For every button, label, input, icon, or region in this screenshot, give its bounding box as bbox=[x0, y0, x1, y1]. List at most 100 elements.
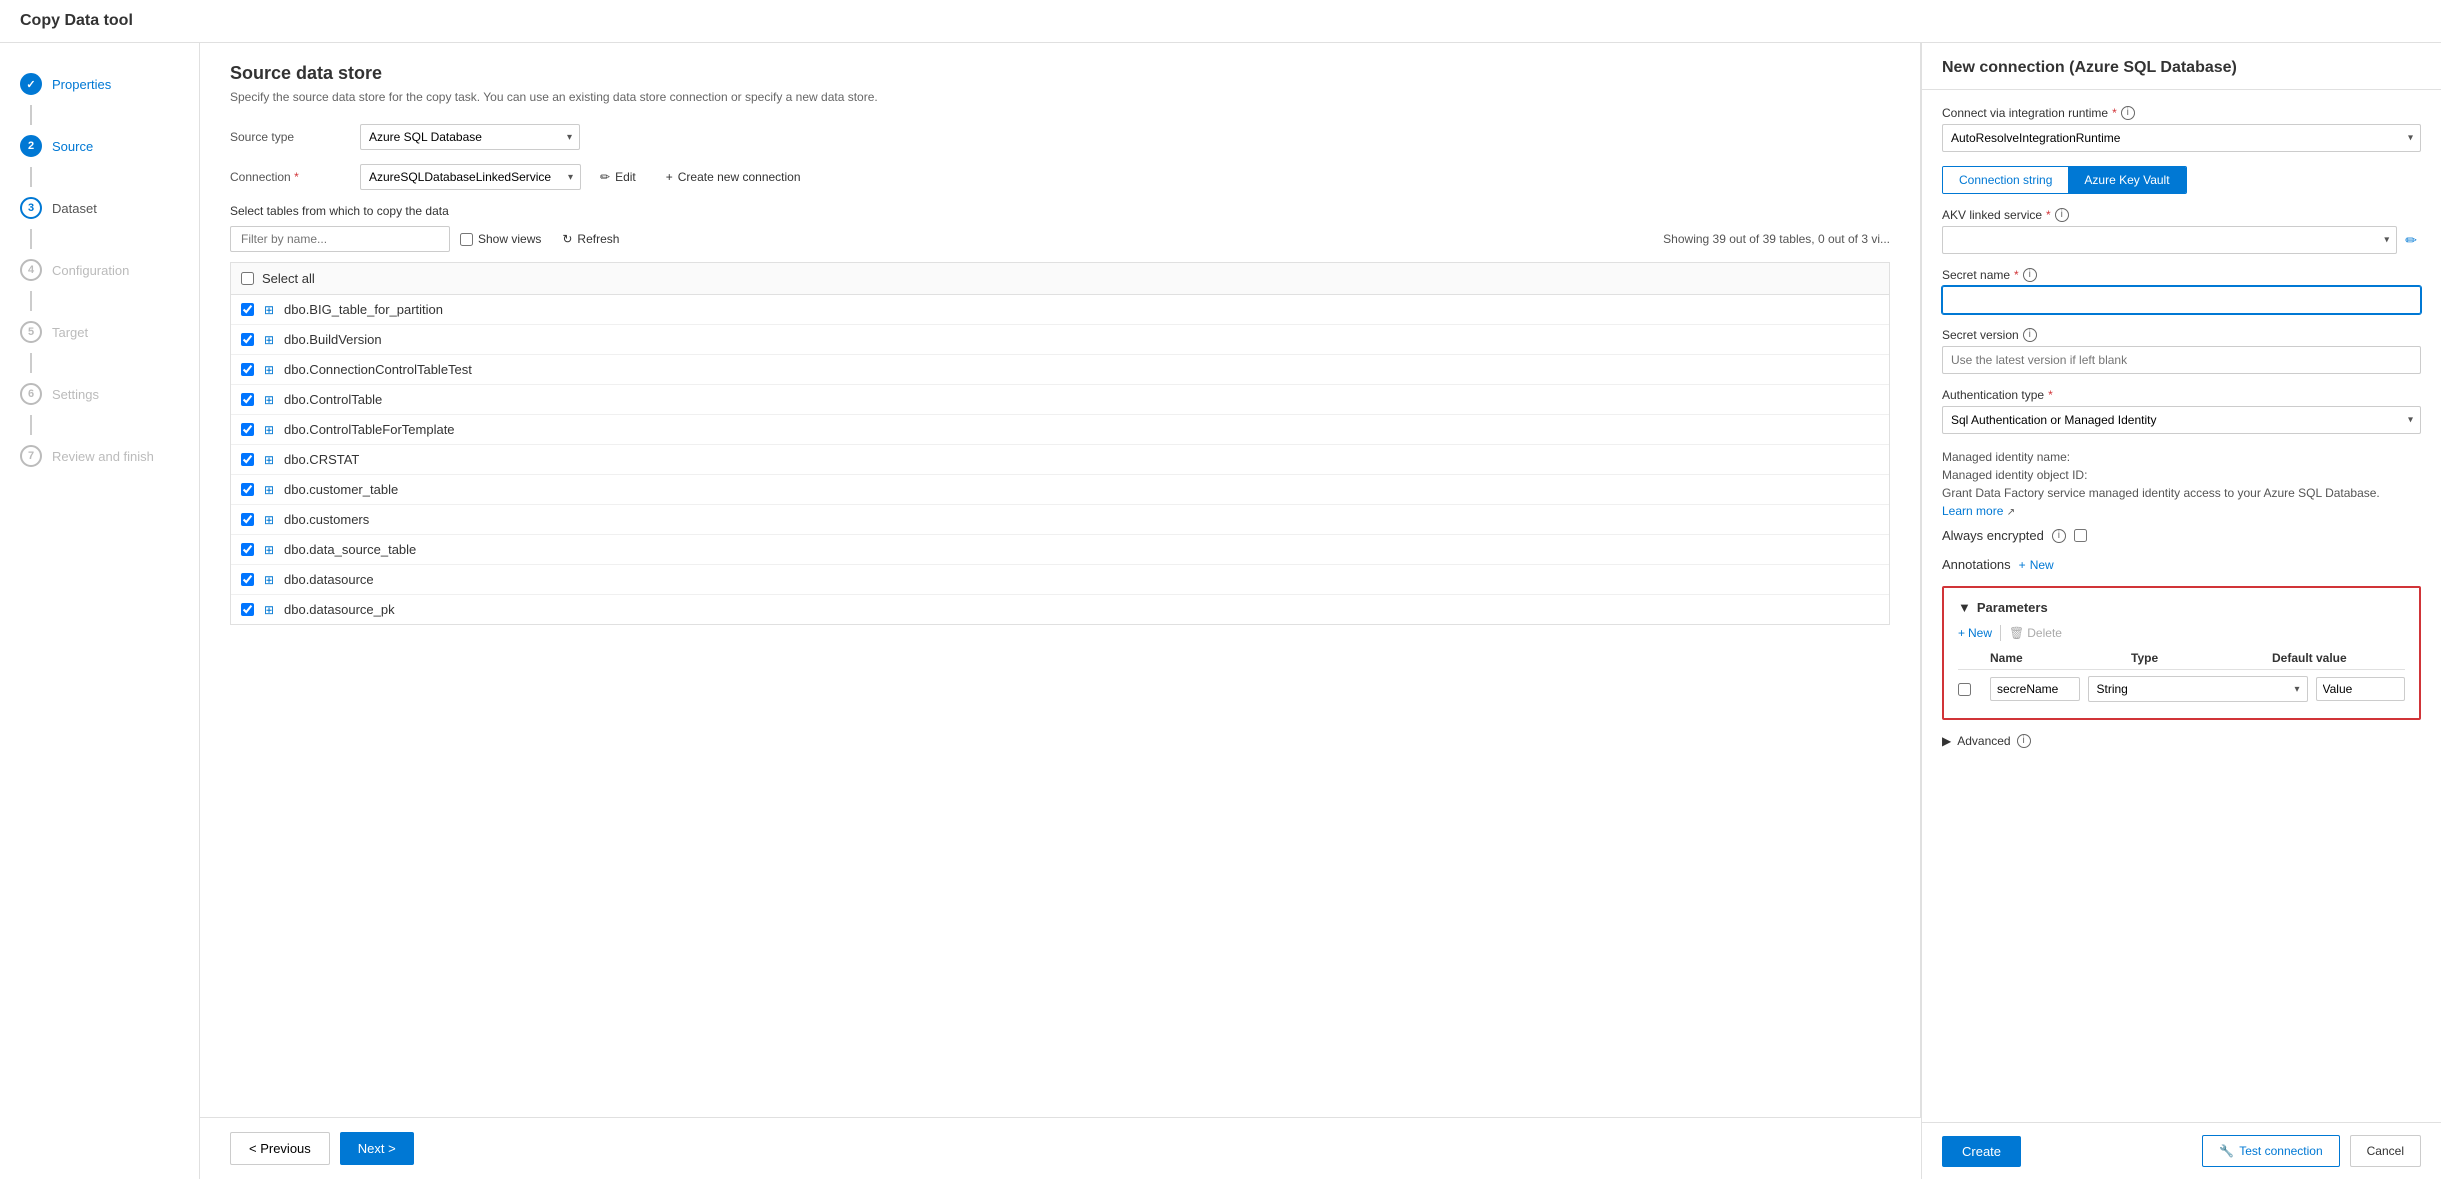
table-checkbox-5[interactable] bbox=[241, 453, 254, 466]
table-name-0: dbo.BIG_table_for_partition bbox=[284, 302, 443, 317]
filter-input[interactable] bbox=[230, 226, 450, 252]
azure-key-vault-tab[interactable]: Azure Key Vault bbox=[2068, 167, 2185, 193]
source-type-control: Azure SQL Database bbox=[360, 124, 580, 150]
table-checkbox-6[interactable] bbox=[241, 483, 254, 496]
previous-button[interactable]: < Previous bbox=[230, 1132, 330, 1165]
param-checkbox-0[interactable] bbox=[1958, 683, 1971, 696]
grid-icon-6: ⊞ bbox=[262, 483, 276, 497]
table-checkbox-0[interactable] bbox=[241, 303, 254, 316]
table-checkbox-4[interactable] bbox=[241, 423, 254, 436]
source-type-row: Source type Azure SQL Database bbox=[230, 124, 1890, 150]
auth-type-select-wrap[interactable]: Sql Authentication or Managed Identity bbox=[1942, 406, 2421, 434]
akv-edit-button[interactable]: ✏ bbox=[2401, 232, 2421, 249]
advanced-info-icon[interactable]: i bbox=[2017, 734, 2031, 748]
sidebar-item-properties[interactable]: ✓ Properties bbox=[0, 63, 199, 105]
sidebar: ✓ Properties 2 Source 3 Dataset 4 Config… bbox=[0, 43, 200, 1179]
table-name-9: dbo.datasource bbox=[284, 572, 374, 587]
source-type-select[interactable]: Azure SQL Database bbox=[360, 124, 580, 150]
table-row[interactable]: ⊞ dbo.datasource_pk bbox=[231, 595, 1889, 624]
show-views-checkbox-label[interactable]: Show views bbox=[460, 232, 541, 246]
delete-param-button[interactable]: 🗑 Delete bbox=[2009, 626, 2062, 640]
table-row[interactable]: ⊞ dbo.BuildVersion bbox=[231, 325, 1889, 355]
table-checkbox-7[interactable] bbox=[241, 513, 254, 526]
secret-version-field: Secret version i bbox=[1942, 328, 2421, 374]
table-row[interactable]: ⊞ dbo.ConnectionControlTableTest bbox=[231, 355, 1889, 385]
connector-6 bbox=[30, 415, 32, 435]
sidebar-item-label-settings: Settings bbox=[52, 387, 99, 402]
create-button[interactable]: Create bbox=[1942, 1136, 2021, 1167]
always-encrypted-checkbox[interactable] bbox=[2074, 529, 2087, 542]
akv-select[interactable] bbox=[1942, 226, 2397, 254]
table-name-8: dbo.data_source_table bbox=[284, 542, 416, 557]
step-circle-target: 5 bbox=[20, 321, 42, 343]
plus-param-icon: + bbox=[1958, 626, 1965, 640]
chevron-down-icon: ▼ bbox=[1958, 600, 1971, 615]
sidebar-item-source[interactable]: 2 Source bbox=[0, 125, 199, 167]
akv-info-icon[interactable]: i bbox=[2055, 208, 2069, 222]
learn-more-link[interactable]: Learn more bbox=[1942, 504, 2003, 518]
cancel-button[interactable]: Cancel bbox=[2350, 1135, 2421, 1167]
akv-linked-service-field: AKV linked service * i ✏ bbox=[1942, 208, 2421, 254]
refresh-button[interactable]: ↻ Refresh bbox=[551, 226, 630, 252]
test-connection-button[interactable]: 🔧 Test connection bbox=[2202, 1135, 2339, 1167]
next-button[interactable]: Next > bbox=[340, 1132, 414, 1165]
create-new-connection-button[interactable]: + Create new connection bbox=[655, 164, 812, 190]
table-row[interactable]: ⊞ dbo.customers bbox=[231, 505, 1889, 535]
param-name-input-0[interactable] bbox=[1990, 677, 2080, 701]
step-circle-configuration: 4 bbox=[20, 259, 42, 281]
edit-connection-button[interactable]: ✏ Edit bbox=[589, 164, 647, 190]
refresh-icon: ↻ bbox=[562, 232, 572, 246]
table-checkbox-8[interactable] bbox=[241, 543, 254, 556]
new-param-button[interactable]: + New bbox=[1958, 626, 1992, 640]
sidebar-item-dataset[interactable]: 3 Dataset bbox=[0, 187, 199, 229]
table-row[interactable]: ⊞ dbo.data_source_table bbox=[231, 535, 1889, 565]
table-row[interactable]: ⊞ dbo.datasource bbox=[231, 565, 1889, 595]
bottom-bar: < Previous Next > bbox=[200, 1117, 1921, 1179]
param-type-select-0[interactable]: String bbox=[2088, 676, 2308, 702]
auth-type-select[interactable]: Sql Authentication or Managed Identity bbox=[1942, 406, 2421, 434]
table-checkbox-9[interactable] bbox=[241, 573, 254, 586]
connect-via-info-icon[interactable]: i bbox=[2121, 106, 2135, 120]
table-row[interactable]: ⊞ dbo.BIG_table_for_partition bbox=[231, 295, 1889, 325]
secret-version-info-icon[interactable]: i bbox=[2023, 328, 2037, 342]
table-checkbox-2[interactable] bbox=[241, 363, 254, 376]
connector-1 bbox=[30, 105, 32, 125]
table-row[interactable]: ⊞ dbo.ControlTableForTemplate bbox=[231, 415, 1889, 445]
table-checkbox-1[interactable] bbox=[241, 333, 254, 346]
source-type-select-wrap[interactable]: Azure SQL Database bbox=[360, 124, 580, 150]
secret-version-input[interactable] bbox=[1942, 346, 2421, 374]
param-type-select-wrap-0[interactable]: String bbox=[2088, 676, 2308, 702]
secret-name-label: Secret name * i bbox=[1942, 268, 2421, 282]
tables-section: Select tables from which to copy the dat… bbox=[230, 204, 1890, 625]
step-circle-dataset: 3 bbox=[20, 197, 42, 219]
secret-info-icon[interactable]: i bbox=[2023, 268, 2037, 282]
table-row[interactable]: ⊞ dbo.ControlTable bbox=[231, 385, 1889, 415]
pencil-icon: ✏ bbox=[600, 170, 610, 184]
table-checkbox-3[interactable] bbox=[241, 393, 254, 406]
connection-string-tab[interactable]: Connection string bbox=[1943, 167, 2068, 193]
advanced-row[interactable]: ▶ Advanced i bbox=[1942, 734, 2421, 748]
params-table-header: Name Type Default value bbox=[1958, 651, 2405, 670]
akv-select-wrap[interactable] bbox=[1942, 226, 2397, 254]
connection-select[interactable]: AzureSQLDatabaseLinkedService bbox=[360, 164, 581, 190]
connect-via-select-wrap[interactable]: AutoResolveIntegrationRuntime bbox=[1942, 124, 2421, 152]
connector-5 bbox=[30, 353, 32, 373]
sidebar-item-review: 7 Review and finish bbox=[0, 435, 199, 477]
always-encrypted-info-icon[interactable]: i bbox=[2052, 529, 2066, 543]
secret-name-input[interactable]: @linkedService().secreName bbox=[1942, 286, 2421, 314]
content-area: Source data store Specify the source dat… bbox=[200, 43, 1921, 1117]
parameters-header[interactable]: ▼ Parameters bbox=[1958, 600, 2405, 615]
connection-select-wrap[interactable]: AzureSQLDatabaseLinkedService bbox=[360, 164, 581, 190]
showing-text: Showing 39 out of 39 tables, 0 out of 3 … bbox=[1663, 232, 1890, 246]
table-row[interactable]: ⊞ dbo.CRSTAT bbox=[231, 445, 1889, 475]
table-checkbox-10[interactable] bbox=[241, 603, 254, 616]
select-all-label: Select all bbox=[262, 271, 315, 286]
connect-via-select[interactable]: AutoResolveIntegrationRuntime bbox=[1942, 124, 2421, 152]
auth-type-label: Authentication type * bbox=[1942, 388, 2421, 402]
param-default-input-0[interactable] bbox=[2316, 677, 2406, 701]
show-views-checkbox[interactable] bbox=[460, 233, 473, 246]
table-row[interactable]: ⊞ dbo.customer_table bbox=[231, 475, 1889, 505]
select-all-checkbox[interactable] bbox=[241, 272, 254, 285]
always-encrypted-label: Always encrypted bbox=[1942, 528, 2044, 543]
add-annotation-button[interactable]: + New bbox=[2019, 558, 2054, 572]
